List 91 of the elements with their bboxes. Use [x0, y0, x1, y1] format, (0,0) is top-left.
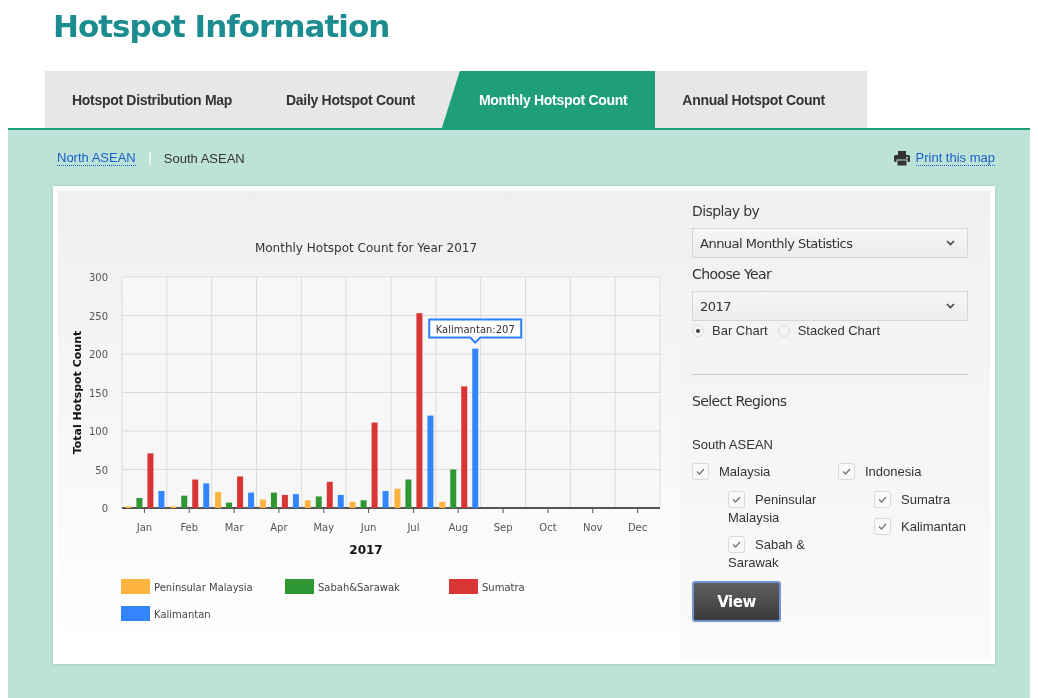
legend-label[interactable]: Peninsular Malaysia	[154, 582, 253, 593]
axis-tick-label: Mar	[224, 522, 244, 533]
axis-tick-label: May	[313, 522, 335, 533]
radio-button[interactable]	[692, 324, 704, 337]
print-link[interactable]: Print this map	[915, 150, 995, 166]
legend-label[interactable]: Sumatra	[482, 582, 525, 593]
legend-swatch	[121, 606, 150, 621]
axis-tick-label: Oct	[539, 522, 557, 533]
bar[interactable]	[203, 483, 210, 508]
tab[interactable]: Annual Hotspot Count	[655, 71, 852, 128]
bar[interactable]	[371, 422, 378, 508]
bar[interactable]	[427, 415, 434, 508]
bar[interactable]	[472, 348, 479, 508]
checkbox[interactable]: Sabah & Sarawak	[728, 536, 828, 572]
bar[interactable]	[439, 501, 446, 508]
axis-tick-label: Aug	[448, 522, 468, 533]
axis-title: Total Hotspot Count	[71, 330, 84, 455]
bar[interactable]	[349, 501, 356, 508]
bar[interactable]	[158, 491, 165, 508]
legend-swatch	[285, 579, 314, 594]
axis-tick-label: 0	[101, 503, 108, 514]
axis-tick-label: Nov	[583, 522, 603, 533]
section-title: Select Regions	[692, 393, 788, 409]
page-title: Hotspot Information	[53, 8, 390, 44]
axis-tick-label: 300	[88, 272, 108, 283]
tab[interactable]: Hotspot Distribution Map	[45, 71, 259, 128]
bar[interactable]	[248, 492, 255, 508]
legend-label[interactable]: Sabah&Sarawak	[318, 582, 400, 593]
axis-tick-label: 200	[88, 349, 108, 360]
bar[interactable]	[416, 313, 423, 508]
bar[interactable]	[259, 499, 266, 508]
chart-title: Monthly Hotspot Count for Year 2017	[254, 241, 478, 255]
axis-tick-label: 150	[88, 387, 108, 399]
group-label: South ASEAN	[692, 437, 774, 452]
bar[interactable]	[450, 469, 457, 508]
tab[interactable]: Daily Hotspot Count	[259, 71, 442, 128]
bar[interactable]	[281, 494, 288, 508]
check-icon	[878, 523, 887, 530]
checkbox[interactable]: Kalimantan	[874, 518, 968, 536]
bar[interactable]	[237, 476, 244, 508]
chevron-down-icon	[946, 303, 955, 309]
bar[interactable]	[215, 491, 222, 508]
chevron-down-icon	[946, 240, 955, 246]
dropdown[interactable]: 2017	[692, 291, 968, 321]
bar[interactable]	[292, 494, 299, 508]
bar[interactable]	[304, 500, 311, 508]
radio-label[interactable]: Bar Chart	[712, 323, 768, 338]
axis-title: 2017	[349, 543, 383, 557]
bar[interactable]	[337, 494, 344, 508]
legend-swatch	[449, 579, 478, 594]
dropdown[interactable]: Annual Monthly Statistics	[692, 228, 968, 258]
axis-tick-label: Dec	[627, 522, 648, 533]
bar[interactable]	[461, 386, 468, 508]
printer-icon	[893, 150, 910, 166]
bar[interactable]	[192, 479, 199, 508]
checkbox[interactable]: Indonesia	[838, 463, 968, 481]
checkbox[interactable]: Malaysia	[692, 463, 838, 481]
axis-tick-label: Jan	[136, 522, 153, 533]
check-icon	[732, 496, 741, 503]
axis-tick-label: Feb	[180, 522, 199, 533]
region-tab-current[interactable]: South ASEAN	[163, 150, 245, 166]
axis-tick-label: 100	[88, 426, 108, 437]
check-icon	[842, 468, 851, 475]
bar[interactable]	[315, 496, 322, 508]
axis-tick-label: Apr	[270, 522, 288, 533]
bar[interactable]	[136, 498, 143, 508]
bar[interactable]	[270, 492, 277, 508]
bar[interactable]	[360, 500, 367, 508]
checkbox[interactable]: Sumatra	[874, 491, 968, 509]
check-icon	[732, 541, 741, 548]
axis-tick-label: Sep	[493, 522, 513, 533]
axis-tick-label: Jul	[407, 522, 420, 533]
checkbox[interactable]: Peninsular Malaysia	[728, 491, 828, 527]
axis-tick-label: 50	[95, 464, 108, 476]
bar[interactable]	[405, 479, 412, 508]
bar[interactable]	[382, 491, 389, 508]
check-icon	[878, 496, 887, 503]
bar[interactable]	[226, 502, 233, 508]
bar[interactable]	[147, 453, 154, 508]
axis-tick-label: Jun	[360, 522, 377, 533]
field-label: Choose Year	[692, 266, 773, 282]
legend-swatch	[121, 579, 150, 594]
field-label: Display by	[692, 203, 761, 219]
view-button[interactable]: View	[692, 581, 781, 622]
radio-label[interactable]: Stacked Chart	[797, 323, 880, 338]
check-icon	[696, 468, 705, 475]
axis-tick-label: 250	[88, 310, 108, 322]
bar[interactable]	[326, 481, 333, 508]
region-link[interactable]: North ASEAN	[57, 150, 136, 166]
legend-label[interactable]: Kalimantan	[154, 609, 211, 620]
bar[interactable]	[181, 495, 188, 508]
